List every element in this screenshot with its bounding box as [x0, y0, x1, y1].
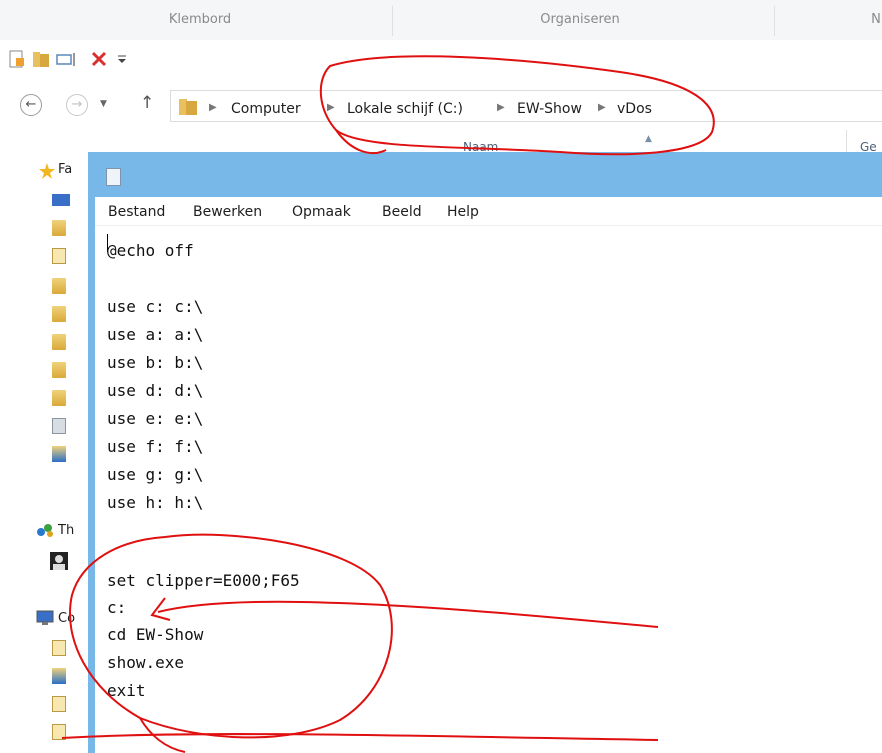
- documents-icon[interactable]: [52, 248, 66, 264]
- user-avatar-icon[interactable]: [50, 552, 68, 570]
- folder-icon[interactable]: [52, 278, 66, 294]
- code-line: use g: g:\: [107, 465, 204, 484]
- downloads-folder-icon[interactable]: [52, 446, 66, 462]
- menu-beeld[interactable]: Beeld: [382, 204, 422, 220]
- folder-icon: [179, 98, 197, 115]
- new-folder-icon[interactable]: [32, 50, 50, 68]
- customize-dropdown-icon[interactable]: [116, 50, 134, 68]
- chevron-right-icon[interactable]: ▶: [327, 102, 335, 113]
- column-divider: [846, 130, 847, 152]
- chevron-right-icon[interactable]: ▶: [209, 102, 217, 113]
- back-button[interactable]: ←: [20, 94, 42, 116]
- network-drive-icon[interactable]: [52, 418, 66, 434]
- recent-locations-dropdown-icon[interactable]: ▼: [100, 99, 107, 109]
- code-line: c:: [107, 598, 127, 617]
- drive-icon[interactable]: [52, 696, 66, 712]
- nav-favorites-label[interactable]: Fa: [58, 162, 72, 177]
- navigation-pane: Fa Th Co: [0, 150, 90, 753]
- chevron-right-icon[interactable]: ▶: [497, 102, 505, 113]
- code-line: use d: d:\: [107, 381, 204, 400]
- code-line: exit: [107, 681, 146, 700]
- drive-icon[interactable]: [52, 668, 66, 684]
- code-line: use f: f:\: [107, 437, 204, 456]
- delete-icon[interactable]: [90, 50, 108, 68]
- code-line: use c: c:\: [107, 297, 204, 316]
- ribbon-group-bar: Klembord Organiseren N: [0, 0, 882, 41]
- annotation-line-address: [335, 129, 387, 155]
- rename-icon[interactable]: [56, 50, 75, 68]
- breadcrumb-computer[interactable]: Computer: [231, 101, 301, 117]
- code-line: show.exe: [107, 653, 185, 672]
- chevron-right-icon[interactable]: ▶: [598, 102, 606, 113]
- menu-bestand[interactable]: Bestand: [108, 204, 165, 220]
- sort-indicator-icon: ▲: [645, 134, 652, 144]
- folder-icon[interactable]: [52, 390, 66, 406]
- code-line: cd EW-Show: [107, 625, 204, 644]
- notepad-icon[interactable]: [106, 168, 121, 186]
- code-line: set clipper=E000;F65: [107, 571, 300, 590]
- breadcrumb-local-disk[interactable]: Lokale schijf (C:): [347, 101, 463, 117]
- quick-access-toolbar: [0, 40, 882, 78]
- window-frame: [88, 197, 95, 753]
- breadcrumb-vdos[interactable]: vDos: [617, 101, 652, 117]
- ribbon-divider: [774, 6, 775, 36]
- computer-icon[interactable]: [36, 610, 54, 630]
- code-line: @echo off: [107, 241, 194, 260]
- folder-icon[interactable]: [52, 220, 66, 236]
- homegroup-icon[interactable]: [36, 522, 54, 542]
- favorites-star-icon: [38, 162, 56, 184]
- text-editor-area[interactable]: @echo off use c: c:\ use a: a:\ use b: b…: [95, 226, 882, 753]
- nav-computer-label[interactable]: Co: [58, 611, 75, 626]
- code-line: use b: b:\: [107, 353, 204, 372]
- folder-icon[interactable]: [52, 362, 66, 378]
- menu-bewerken[interactable]: Bewerken: [193, 204, 262, 220]
- ribbon-group-klembord: Klembord: [168, 12, 232, 27]
- notepad-window: Bestand Bewerken Opmaak Beeld Help @echo…: [88, 152, 882, 753]
- navigation-bar: ← → ▼ ↑ ▶ Computer ▶ Lokale schijf (C:) …: [0, 84, 882, 130]
- address-bar[interactable]: ▶ Computer ▶ Lokale schijf (C:) ▶ EW-Sho…: [170, 90, 882, 122]
- folder-icon[interactable]: [52, 306, 66, 322]
- menu-help[interactable]: Help: [447, 204, 479, 220]
- drive-icon[interactable]: [52, 640, 66, 656]
- ribbon-divider: [392, 6, 393, 36]
- code-line: use e: e:\: [107, 409, 204, 428]
- up-arrow-icon[interactable]: ↑: [140, 93, 154, 113]
- code-line: use a: a:\: [107, 325, 204, 344]
- ribbon-group-organiseren: Organiseren: [540, 12, 620, 27]
- properties-icon[interactable]: [8, 50, 26, 68]
- breadcrumb-ew-show[interactable]: EW-Show: [517, 101, 582, 117]
- desktop-icon[interactable]: [52, 194, 70, 206]
- drive-icon[interactable]: [52, 724, 66, 740]
- ribbon-group-new: N: [871, 12, 881, 27]
- folder-icon[interactable]: [52, 334, 66, 350]
- forward-button[interactable]: →: [66, 94, 88, 116]
- code-line: use h: h:\: [107, 493, 204, 512]
- menu-opmaak[interactable]: Opmaak: [292, 204, 351, 220]
- nav-homegroup-label[interactable]: Th: [58, 523, 74, 538]
- notepad-menubar: Bestand Bewerken Opmaak Beeld Help: [95, 197, 882, 226]
- notepad-titlebar[interactable]: [88, 152, 882, 197]
